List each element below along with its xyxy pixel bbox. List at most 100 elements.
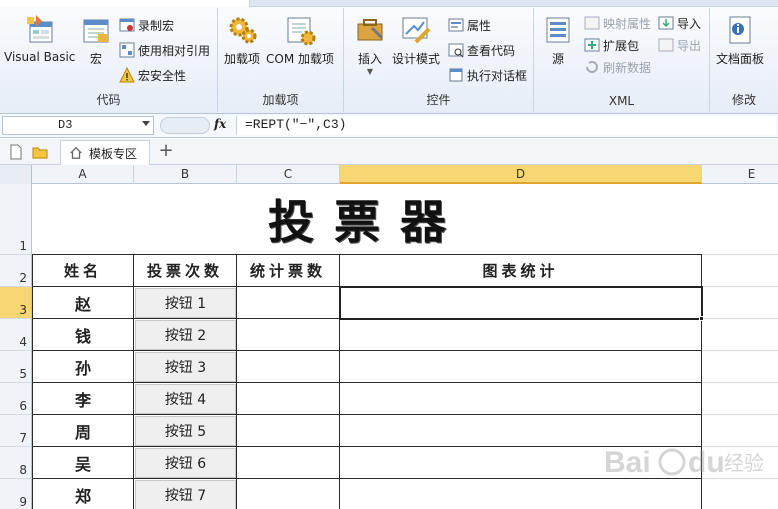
cell-c8[interactable] bbox=[237, 447, 340, 479]
header-vote-count[interactable]: 统计票数 bbox=[237, 255, 340, 287]
export-label: 导出 bbox=[677, 38, 702, 53]
map-properties-button[interactable]: 映射属性 bbox=[584, 14, 651, 32]
vote-button-5[interactable]: 按钮 5 bbox=[135, 416, 236, 446]
insert-function-icon[interactable]: fx bbox=[214, 117, 226, 131]
name-cell[interactable]: 吴 bbox=[32, 447, 134, 479]
folder-icon[interactable] bbox=[32, 144, 48, 160]
row-header-3[interactable]: 3 bbox=[0, 287, 32, 319]
import-label: 导入 bbox=[677, 16, 702, 31]
row-header-5[interactable]: 5 bbox=[0, 351, 32, 383]
design-mode-icon bbox=[402, 17, 431, 44]
import-button[interactable]: 导入 bbox=[658, 14, 701, 32]
name-cell[interactable]: 钱 bbox=[32, 319, 134, 351]
cell-c4[interactable] bbox=[237, 319, 340, 351]
export-button[interactable]: 导出 bbox=[658, 36, 701, 54]
row-header-9[interactable]: 9 bbox=[0, 479, 32, 509]
name-cell[interactable]: 郑 bbox=[32, 479, 134, 509]
run-dialog-button[interactable]: 执行对话框 bbox=[448, 66, 527, 84]
insert-control-button[interactable]: 插入 ▼ bbox=[354, 14, 386, 76]
formula-bar-splitter[interactable] bbox=[160, 117, 210, 134]
cell-d3[interactable] bbox=[340, 287, 702, 319]
refresh-data-button[interactable]: 刷新数据 bbox=[584, 58, 651, 76]
column-header-b[interactable]: B bbox=[134, 165, 237, 184]
column-header-d[interactable]: D bbox=[340, 165, 702, 184]
cell-e4[interactable] bbox=[702, 319, 778, 351]
vote-button-4[interactable]: 按钮 4 bbox=[135, 384, 236, 414]
add-tab-button[interactable]: + bbox=[156, 142, 176, 162]
view-code-button[interactable]: 查看代码 bbox=[448, 41, 515, 59]
visual-basic-button[interactable]: Visual Basic bbox=[4, 14, 75, 64]
formula-input[interactable]: =REPT("−",C3) bbox=[236, 116, 776, 135]
macro-icon bbox=[83, 19, 109, 43]
com-addins-icon bbox=[287, 17, 316, 46]
row-header-2[interactable]: 2 bbox=[0, 255, 32, 287]
select-all-corner[interactable] bbox=[0, 165, 32, 184]
column-header-c[interactable]: C bbox=[237, 165, 340, 184]
cell-c7[interactable] bbox=[237, 415, 340, 447]
com-addins-button[interactable]: COM 加载项 bbox=[266, 14, 334, 67]
fill-handle[interactable] bbox=[699, 316, 704, 321]
map-properties-icon bbox=[584, 16, 600, 30]
macro-button[interactable]: 宏 bbox=[80, 14, 112, 67]
document-panel-button[interactable]: 文档面板 bbox=[716, 14, 764, 67]
cell-c9[interactable] bbox=[237, 479, 340, 509]
row-header-8[interactable]: 8 bbox=[0, 447, 32, 479]
macro-security-button[interactable]: 宏安全性 bbox=[119, 66, 186, 84]
name-cell[interactable]: 孙 bbox=[32, 351, 134, 383]
ribbon: Visual Basic 宏 录制宏 使用相对引用 宏安全性 代码 加载项 CO… bbox=[0, 0, 778, 114]
row-header-4[interactable]: 4 bbox=[0, 319, 32, 351]
cell-e2[interactable] bbox=[702, 255, 778, 287]
cell-c6[interactable] bbox=[237, 383, 340, 415]
header-name[interactable]: 姓名 bbox=[32, 255, 134, 287]
properties-label: 属性 bbox=[467, 18, 492, 33]
visual-basic-icon bbox=[26, 15, 53, 43]
cell-c3[interactable] bbox=[237, 287, 340, 319]
addins-button[interactable]: 加载项 bbox=[224, 14, 260, 67]
chevron-down-icon[interactable] bbox=[142, 121, 150, 126]
vote-button-1[interactable]: 按钮 1 bbox=[135, 288, 236, 318]
name-box[interactable]: D3 bbox=[2, 116, 154, 135]
header-vote-times[interactable]: 投票次数 bbox=[134, 255, 237, 287]
source-icon bbox=[546, 17, 570, 43]
expansion-packs-button[interactable]: 扩展包 bbox=[584, 36, 639, 54]
record-macro-button[interactable]: 录制宏 bbox=[119, 16, 174, 34]
cell-e5[interactable] bbox=[702, 351, 778, 383]
header-chart[interactable]: 图表统计 bbox=[340, 255, 702, 287]
column-header-a[interactable]: A bbox=[32, 165, 134, 184]
row-header-6[interactable]: 6 bbox=[0, 383, 32, 415]
name-cell[interactable]: 李 bbox=[32, 383, 134, 415]
column-header-e[interactable]: E bbox=[702, 165, 778, 184]
name-cell[interactable]: 周 bbox=[32, 415, 134, 447]
cell-c5[interactable] bbox=[237, 351, 340, 383]
home-icon bbox=[70, 146, 82, 159]
addins-label: 加载项 bbox=[224, 52, 261, 66]
cell-e6[interactable] bbox=[702, 383, 778, 415]
record-macro-label: 录制宏 bbox=[138, 18, 175, 33]
relative-refs-button[interactable]: 使用相对引用 bbox=[119, 41, 210, 59]
properties-button[interactable]: 属性 bbox=[448, 16, 491, 34]
toolbox-icon bbox=[357, 19, 384, 41]
cell-d6[interactable] bbox=[340, 383, 702, 415]
visual-basic-label: Visual Basic bbox=[4, 50, 76, 64]
new-document-icon[interactable] bbox=[8, 144, 24, 160]
cell-e1[interactable] bbox=[702, 184, 778, 255]
source-button[interactable]: 源 bbox=[542, 14, 574, 67]
chevron-down-icon: ▼ bbox=[366, 67, 374, 76]
vote-button-2[interactable]: 按钮 2 bbox=[135, 320, 236, 350]
relative-refs-icon bbox=[119, 42, 135, 58]
group-modify: 文档面板 修改 bbox=[710, 8, 778, 112]
row-header-7[interactable]: 7 bbox=[0, 415, 32, 447]
properties-icon bbox=[448, 18, 464, 32]
vote-button-6[interactable]: 按钮 6 bbox=[135, 448, 236, 478]
vote-button-7[interactable]: 按钮 7 bbox=[135, 480, 236, 509]
design-mode-button[interactable]: 设计模式 bbox=[392, 14, 440, 67]
cell-d4[interactable] bbox=[340, 319, 702, 351]
vote-button-3[interactable]: 按钮 3 bbox=[135, 352, 236, 382]
cell-d5[interactable] bbox=[340, 351, 702, 383]
name-cell[interactable]: 赵 bbox=[32, 287, 134, 319]
row-header-1[interactable]: 1 bbox=[0, 184, 32, 255]
group-addins: 加载项 COM 加载项 加载项 bbox=[218, 8, 344, 112]
tab-template-zone[interactable]: 模板专区 bbox=[60, 140, 150, 165]
cell-e3[interactable] bbox=[702, 287, 778, 319]
sheet-title[interactable]: 投票器 bbox=[32, 184, 702, 255]
